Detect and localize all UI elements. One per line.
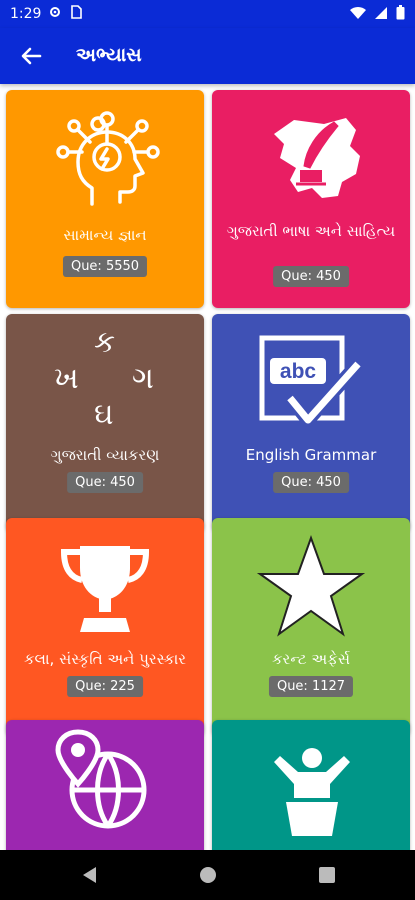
- page-title: અભ્યાસ: [76, 44, 142, 66]
- settings-icon: [50, 7, 60, 17]
- question-count-badge: Que: 450: [273, 266, 349, 287]
- category-label: English Grammar: [245, 446, 377, 464]
- category-card-gujarati-literature[interactable]: ગુજરાતી ભાષા અને સાહિત્ય Que: 450: [212, 90, 410, 308]
- sim-icon: [71, 5, 82, 19]
- letter-left: ખ: [54, 361, 79, 396]
- globe-pin-icon: [55, 729, 147, 829]
- category-label: કરન્ટ અફેર્સ: [271, 650, 351, 668]
- category-card-geography[interactable]: [6, 720, 204, 850]
- letter-bottom: ઘ: [94, 397, 114, 432]
- category-label: સામાન્ય જ્ઞાન: [63, 226, 147, 244]
- system-nav-bar: [0, 850, 415, 900]
- battery-icon: [396, 5, 405, 20]
- category-label: કલા, સંસ્કૃતિ અને પુરસ્કાર: [23, 650, 187, 668]
- question-count-badge: Que: 225: [67, 676, 143, 697]
- abc-check-icon: abc: [259, 335, 364, 427]
- category-grid: સામાન્ય જ્ઞાન Que: 5550 ગુજરાતી ભાષા અને…: [0, 84, 415, 850]
- question-count-badge: Que: 450: [273, 472, 349, 493]
- trophy-icon: [60, 546, 150, 632]
- gujarat-map-quill-icon: [274, 118, 360, 198]
- app-bar: અભ્યાસ: [0, 28, 415, 84]
- star-icon: [256, 535, 366, 637]
- status-time: 1:29: [10, 6, 42, 22]
- category-card-politics[interactable]: [212, 720, 410, 850]
- signal-icon: [375, 6, 387, 19]
- category-label: ગુજરાતી વ્યાકરણ: [50, 446, 160, 464]
- question-count-badge: Que: 5550: [62, 256, 148, 277]
- question-count-badge: Que: 450: [67, 472, 143, 493]
- letter-right: ગ: [132, 361, 154, 396]
- category-card-gujarati-grammar[interactable]: ક ખ ગ ઘ ગુજરાતી વ્યાકરણ Que: 450: [6, 314, 204, 532]
- gujarati-letters-icon: ક ખ ગ ઘ: [50, 328, 160, 438]
- nav-home-icon[interactable]: [198, 865, 218, 885]
- nav-back-icon[interactable]: [80, 865, 98, 885]
- head-lightbulb-icon: [56, 111, 160, 206]
- nav-recents-icon[interactable]: [318, 865, 336, 885]
- back-arrow-icon[interactable]: [18, 43, 44, 69]
- category-card-current-affairs[interactable]: કરન્ટ અફેર્સ Que: 1127: [212, 518, 410, 736]
- category-card-english-grammar[interactable]: abc English Grammar Que: 450: [212, 314, 410, 532]
- wifi-icon: [350, 6, 366, 19]
- status-bar: 1:29: [0, 0, 415, 28]
- category-label: ગુજરાતી ભાષા અને સાહિત્ય: [226, 222, 396, 240]
- category-card-general-knowledge[interactable]: સામાન્ય જ્ઞાન Que: 5550: [6, 90, 204, 308]
- abc-text: abc: [280, 360, 317, 383]
- speaker-podium-icon: [274, 748, 350, 836]
- question-count-badge: Que: 1127: [268, 676, 354, 697]
- letter-top: ક: [94, 325, 116, 360]
- category-card-art-culture[interactable]: કલા, સંસ્કૃતિ અને પુરસ્કાર Que: 225: [6, 518, 204, 736]
